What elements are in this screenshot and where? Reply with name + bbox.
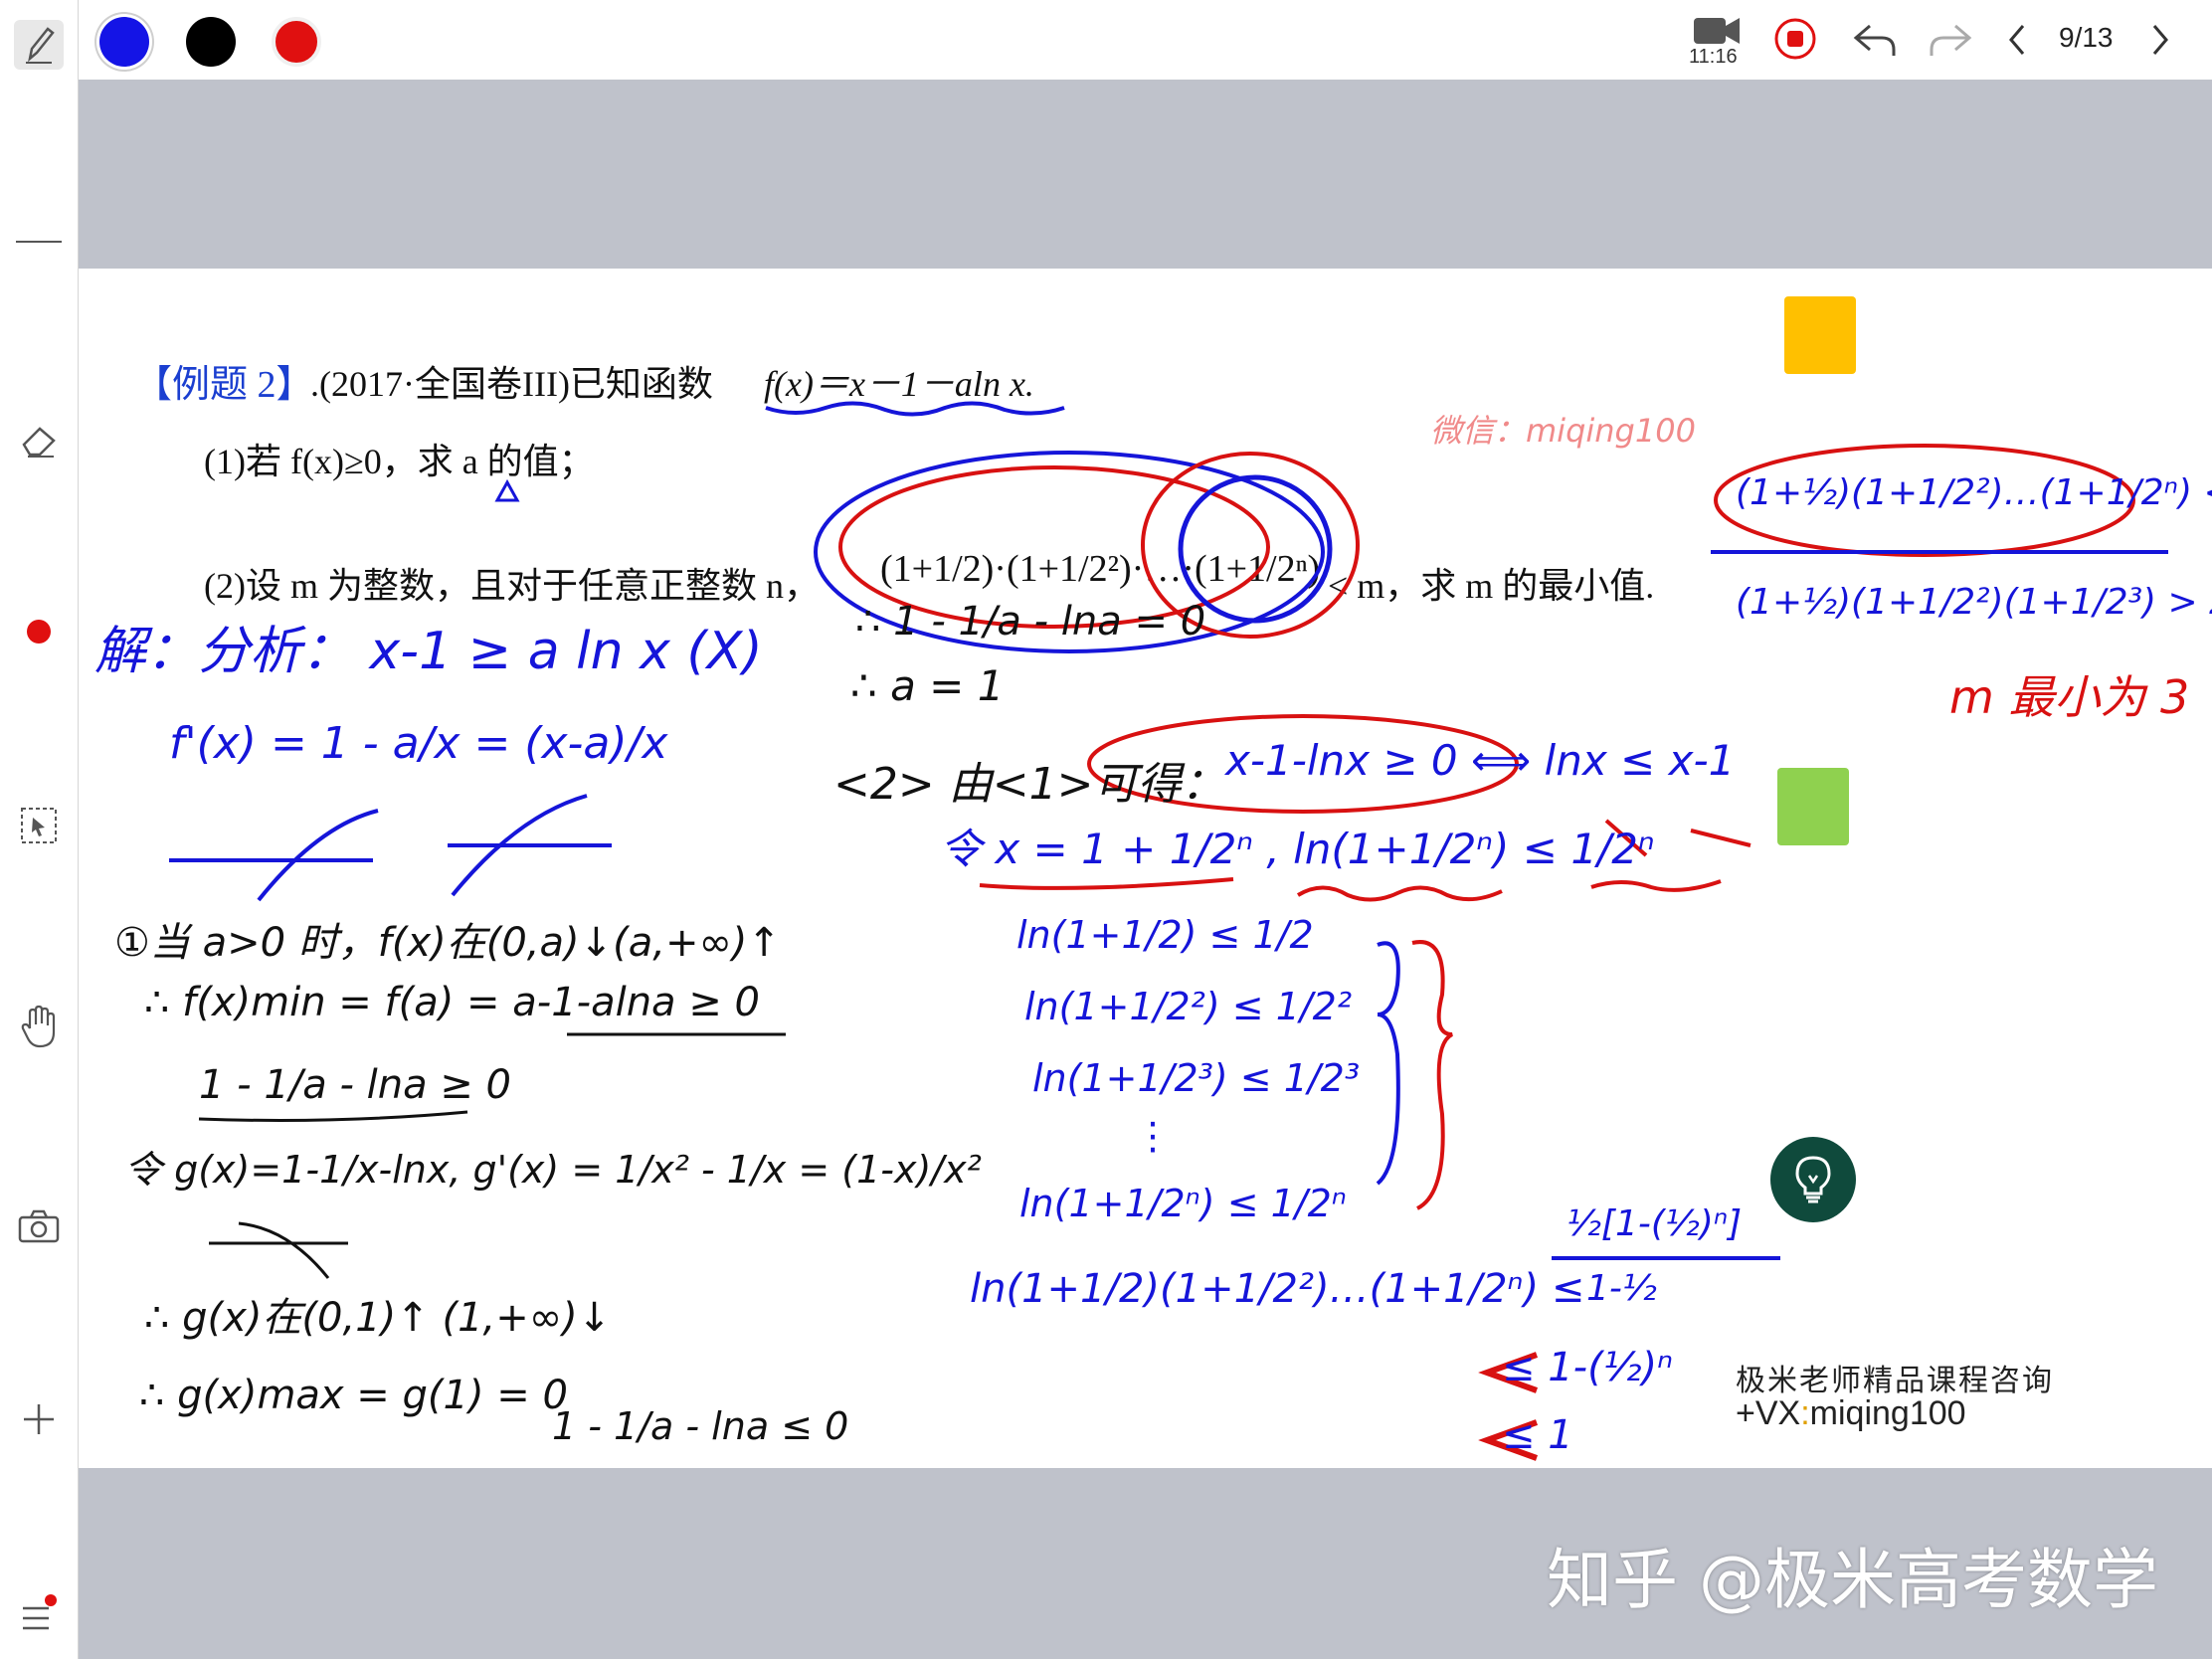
ink-signchart-1-curve (257, 809, 379, 902)
note-fmin: ∴ f(x)min = f(a) = a-1-alna ≥ 0 (144, 980, 760, 1025)
promo-line-2: +VX:miqing100 (1736, 1394, 1966, 1433)
promo-colon: : (1800, 1394, 1810, 1432)
note-product-lt-e: (1+½)(1+1/2²)…(1+1/2ⁿ) < e (1736, 472, 2212, 513)
promo-vx: +VX (1736, 1394, 1801, 1432)
ink-wave-red-ln (1296, 885, 1503, 902)
note-eq-zero: ∴ 1 - 1/a - lna = 0 (855, 599, 1206, 645)
note-ln-step-1: ln(1+1/2) ≤ 1/2 (1016, 913, 1314, 957)
note-substitution: 令 x = 1 + 1/2ⁿ , ln(1+1/2ⁿ) ≤ 1/2ⁿ (940, 825, 1655, 873)
note-ellipsis: ⋮ (1134, 1114, 1172, 1158)
ink-triangle-a (494, 478, 520, 502)
ink-brace-bottom-left (198, 1110, 468, 1122)
note-g-max: ∴ g(x)max = g(1) = 0 (139, 1373, 568, 1418)
note-ln-step-2: ln(1+1/2²) ≤ 1/2² (1024, 985, 1353, 1028)
note-bound-1: ≤ 1-(½)ⁿ (1502, 1345, 1674, 1390)
lightbulb-button[interactable] (1770, 1137, 1856, 1222)
ink-underline-red-x (979, 877, 1234, 890)
note-part2-intro: <2> 由<1>可得： (833, 759, 1225, 810)
promo-id: miqing100 (1809, 1394, 1966, 1432)
zhihu-watermark: 知乎 @极米高考数学 (1547, 1542, 2158, 1618)
note-ln-ineq: x-1-lnx ≥ 0 ⟺ lnx ≤ x-1 (1225, 736, 1736, 785)
ink-underline-function (765, 401, 1065, 417)
note-geometric-num: ½[1-(½)ⁿ] (1567, 1203, 1743, 1244)
ink-wave-red-rhs (1590, 879, 1722, 892)
note-g-monotonic: ∴ g(x)在(0,1)↑ (1,+∞)↓ (144, 1295, 612, 1341)
note-bound-2: ≤ 1 (1502, 1412, 1573, 1458)
ink-brace-red (1411, 940, 1454, 1210)
note-a-equals-1: ∴ a = 1 (850, 661, 1005, 710)
note-ln-step-3: ln(1+1/2³) ≤ 1/2³ (1032, 1056, 1361, 1100)
note-inequality-2: 1 - 1/a - lna ≤ 0 (552, 1404, 849, 1448)
lightbulb-icon (1795, 1156, 1831, 1203)
note-inequality-1: 1 - 1/a - lna ≥ 0 (199, 1062, 511, 1108)
note-ln-step-n: ln(1+1/2ⁿ) ≤ 1/2ⁿ (1019, 1182, 1347, 1225)
note-case-a-positive: ①当 a>0 时，f(x)在(0,a)↓(a,+∞)↑ (114, 920, 781, 966)
note-define-g: 令 g(x)=1-1/x-lnx, g'(x) = 1/x² - 1/x = (… (124, 1148, 982, 1192)
note-m-min-3: m 最小为 3 (1949, 670, 2190, 724)
note-analysis: 解：分析： x-1 ≥ a ln x (X) (94, 622, 763, 681)
note-ln-product: ln(1+1/2)(1+1/2²)…(1+1/2ⁿ) ≤ (970, 1266, 1585, 1312)
note-product-gt-2: (1+½)(1+1/2²)(1+1/2³) > 2 (1736, 582, 2212, 623)
note-derivative: f'(x) = 1 - a/x = (x-a)/x (169, 718, 668, 769)
ink-signchart-g-curve (238, 1221, 330, 1279)
note-geometric-den: 1-½ (1586, 1268, 1657, 1309)
promo-line-1: 极米老师精品课程咨询 (1736, 1364, 2054, 1398)
ink-brace-blue (1376, 941, 1400, 1186)
